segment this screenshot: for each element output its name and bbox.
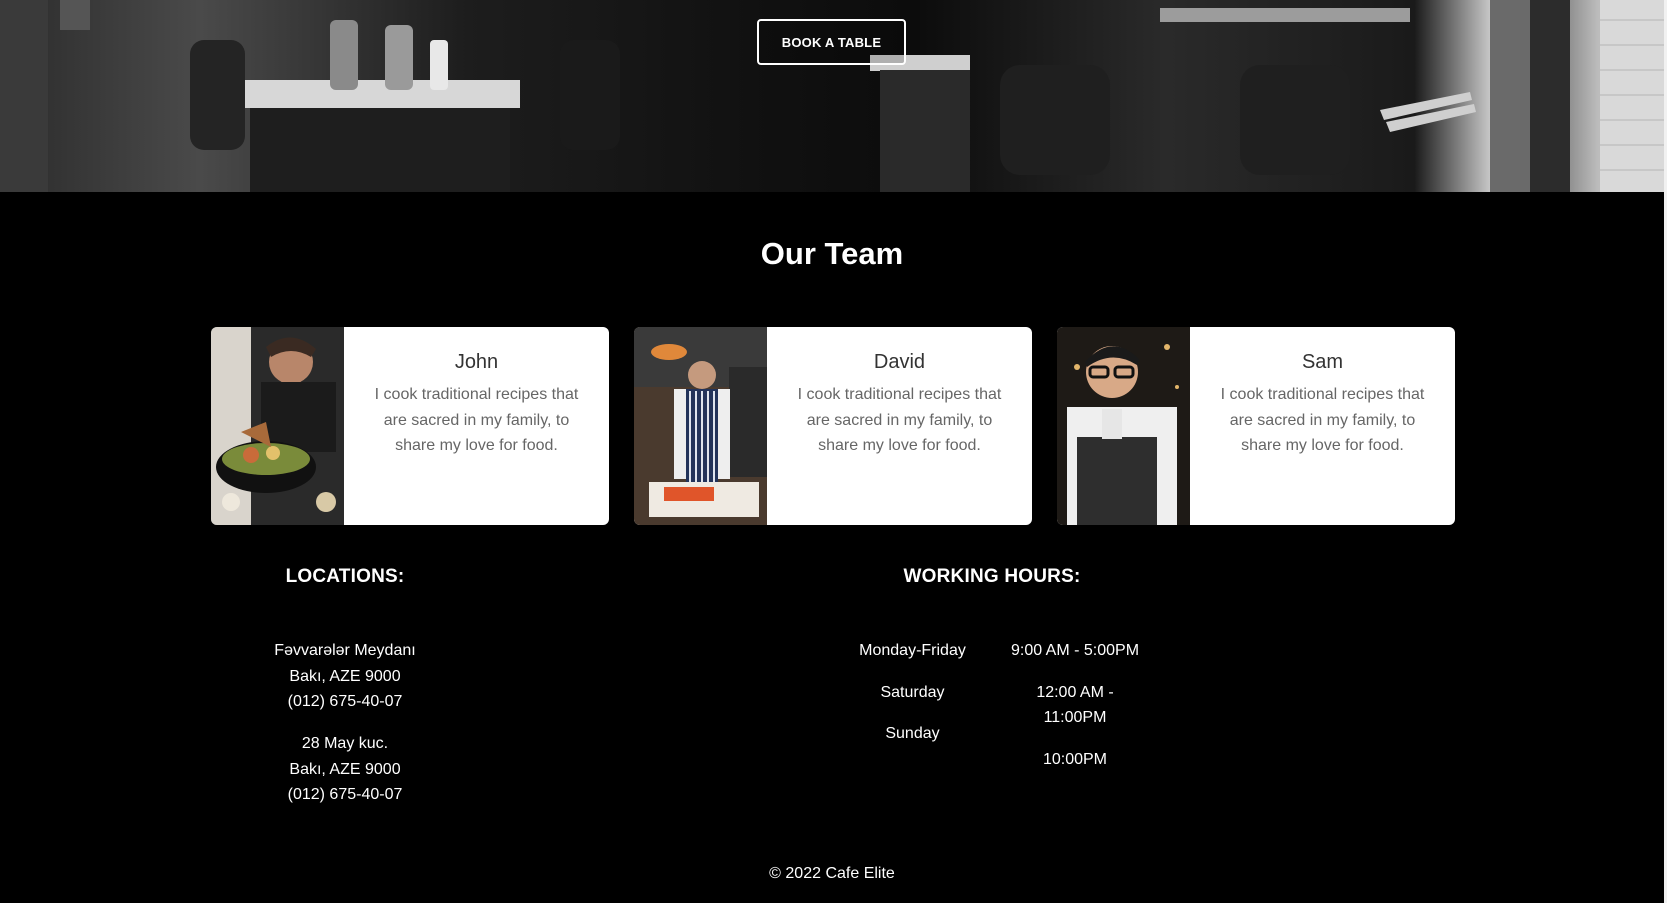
team-card-sam: Sam I cook traditional recipes that are … xyxy=(1057,327,1455,525)
location-phone[interactable]: (012) 675-40-07 xyxy=(245,782,445,808)
chef-photo-david xyxy=(634,327,767,525)
locations-heading: LOCATIONS: xyxy=(285,566,405,587)
hero-banner: BOOK A TABLE xyxy=(0,0,1664,192)
location-city: Bakı, AZE 9000 xyxy=(289,760,401,778)
hours-day: Saturday xyxy=(880,684,945,701)
location-item: Fəvvarələr Meydanı Bakı, AZE 9000 (012) … xyxy=(245,638,445,715)
team-member-name: David xyxy=(873,351,926,373)
team-card-david: David I cook traditional recipes that ar… xyxy=(634,327,1032,525)
hours-time: 12:00 AM - 11:00PM xyxy=(1036,684,1114,726)
hours-day: Sunday xyxy=(885,725,940,742)
location-item: 28 May kuc. Bakı, AZE 9000 (012) 675-40-… xyxy=(245,731,445,808)
location-city: Bakı, AZE 9000 xyxy=(289,667,401,685)
team-member-name: John xyxy=(454,351,499,373)
hours-day: Monday-Friday xyxy=(859,642,966,659)
team-member-name: Sam xyxy=(1301,351,1344,373)
book-a-table-button[interactable]: BOOK A TABLE xyxy=(757,19,906,65)
hours-time: 9:00 AM - 5:00PM xyxy=(1010,642,1140,659)
team-member-bio: I cook traditional recipes that are sacr… xyxy=(374,386,579,454)
team-member-bio: I cook traditional recipes that are sacr… xyxy=(1220,386,1425,454)
page: BOOK A TABLE Our Team John I cook tradit… xyxy=(0,0,1667,903)
team-card-info: David I cook traditional recipes that ar… xyxy=(767,327,1032,525)
chef-photo-john xyxy=(211,327,344,525)
chef-photo-sam xyxy=(1057,327,1190,525)
copyright-text: © 2022 Cafe Elite xyxy=(769,865,895,882)
working-hours-heading: WORKING HOURS: xyxy=(903,566,1081,587)
location-street: 28 May kuc. xyxy=(301,735,389,752)
location-street: Fəvvarələr Meydanı xyxy=(274,642,416,659)
hours-time: 10:00PM xyxy=(1042,751,1108,768)
team-section-title: Our Team xyxy=(760,236,904,271)
team-card-info: John I cook traditional recipes that are… xyxy=(344,327,609,525)
team-card-info: Sam I cook traditional recipes that are … xyxy=(1190,327,1455,525)
team-member-bio: I cook traditional recipes that are sacr… xyxy=(797,386,1002,454)
team-card-john: John I cook traditional recipes that are… xyxy=(211,327,609,525)
location-phone[interactable]: (012) 675-40-07 xyxy=(245,689,445,715)
